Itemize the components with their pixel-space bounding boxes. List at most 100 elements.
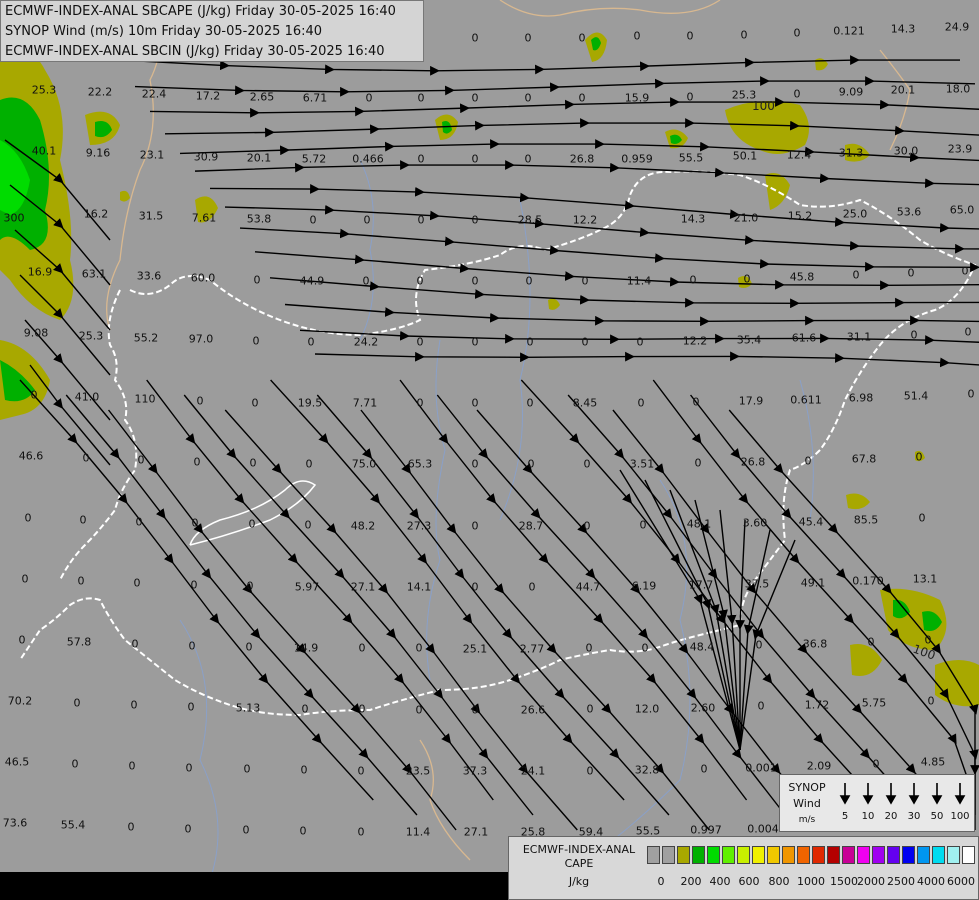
cape-swatch <box>827 846 840 864</box>
grid-value: 0 <box>471 457 479 471</box>
grid-value: 3.60 <box>742 516 768 530</box>
grid-value: 45.8 <box>789 270 815 284</box>
grid-value: 0 <box>71 757 79 771</box>
grid-value: 0 <box>793 87 801 101</box>
cape-swatch <box>872 846 885 864</box>
grid-value: 6.98 <box>848 391 874 405</box>
title-line-wind: SYNOP Wind (m/s) 10m Friday 30-05-2025 1… <box>5 24 323 39</box>
grid-value: 0 <box>246 579 254 593</box>
grid-value: 0 <box>196 394 204 408</box>
title-line-cape: ECMWF-INDEX-ANAL SBCAPE (J/kg) Friday 30… <box>5 4 396 19</box>
grid-value: 0 <box>526 396 534 410</box>
grid-value: 0 <box>471 703 479 717</box>
grid-value: 0 <box>82 451 90 465</box>
grid-value: 55.4 <box>60 818 86 832</box>
grid-value: 0 <box>924 633 932 647</box>
grid-value: 0 <box>307 335 315 349</box>
grid-value: 61.6 <box>791 331 817 345</box>
grid-value: 300 <box>3 211 25 225</box>
grid-value: 0 <box>21 572 29 586</box>
grid-value: 0 <box>248 517 256 531</box>
grid-value: 0.997 <box>690 823 722 837</box>
wind-legend-title-1: SYNOP <box>788 781 826 794</box>
grid-value: 46.5 <box>4 755 30 769</box>
grid-value: 0 <box>927 694 935 708</box>
grid-value: 31.3 <box>838 146 864 160</box>
grid-value: 28.5 <box>517 213 543 227</box>
grid-value: 0 <box>581 335 589 349</box>
grid-value: 0 <box>415 641 423 655</box>
grid-value: 17.9 <box>738 394 764 408</box>
grid-value: 9.16 <box>85 146 111 160</box>
grid-value: 0 <box>910 328 918 342</box>
wind-speed-50: 50 <box>930 811 944 822</box>
grid-value: 27.3 <box>406 519 432 533</box>
grid-value: 13.1 <box>912 572 938 586</box>
grid-value: 14.3 <box>890 22 916 36</box>
grid-value: 2.65 <box>249 90 275 104</box>
grid-value: 0 <box>637 396 645 410</box>
grid-value: 48.2 <box>350 519 376 533</box>
title-box: ECMWF-INDEX-ANAL SBCAPE (J/kg) Friday 30… <box>0 0 424 62</box>
cape-swatch <box>947 846 960 864</box>
grid-value: 11.4 <box>626 274 652 288</box>
grid-value: 44.9 <box>299 274 325 288</box>
grid-value: 0 <box>757 699 765 713</box>
grid-value: 0.466 <box>352 152 384 166</box>
grid-value: 0 <box>528 580 536 594</box>
grid-value: 36.8 <box>802 637 828 651</box>
grid-value: 0 <box>915 450 923 464</box>
grid-value: 0 <box>793 26 801 40</box>
grid-value: 0 <box>804 454 812 468</box>
cape-swatch <box>797 846 810 864</box>
grid-value: 17.2 <box>195 89 221 103</box>
grid-value: 0 <box>471 396 479 410</box>
grid-value: 0 <box>128 759 136 773</box>
grid-value: 31.5 <box>138 209 164 223</box>
grid-value: 7.71 <box>352 396 378 410</box>
grid-value: 0 <box>135 515 143 529</box>
grid-value: 12.2 <box>682 334 708 348</box>
grid-value: 0.121 <box>833 24 865 38</box>
grid-value: 0.959 <box>621 152 653 166</box>
grid-value: 70.2 <box>7 694 33 708</box>
grid-value: 8.45 <box>572 396 598 410</box>
grid-value: 0 <box>740 28 748 42</box>
cape-swatch <box>707 846 720 864</box>
grid-value: 0 <box>305 457 313 471</box>
grid-value: 0 <box>251 396 259 410</box>
grid-value: 0 <box>743 272 751 286</box>
grid-value: 0 <box>918 511 926 525</box>
grid-value: 26.8 <box>740 455 766 469</box>
grid-value: 0 <box>130 698 138 712</box>
grid-value: 0 <box>641 641 649 655</box>
bottom-band <box>0 872 508 900</box>
grid-value: 0 <box>686 29 694 43</box>
grid-value: 73.6 <box>2 816 28 830</box>
grid-value: 0 <box>18 633 26 647</box>
grid-value: 0 <box>471 213 479 227</box>
grid-value: 23.5 <box>405 764 431 778</box>
grid-value: 0 <box>133 576 141 590</box>
grid-value: 0 <box>471 580 479 594</box>
grid-value: 0 <box>416 396 424 410</box>
cape-swatch <box>722 846 735 864</box>
grid-value: 0 <box>586 702 594 716</box>
cape-tick-label: 200 <box>680 875 702 888</box>
grid-value: 65.0 <box>949 203 975 217</box>
grid-value: 17.7 <box>688 578 714 592</box>
grid-value: 12.2 <box>572 213 598 227</box>
grid-value: 20.1 <box>246 151 272 165</box>
grid-value: 0 <box>185 761 193 775</box>
grid-value: 85.5 <box>853 513 879 527</box>
grid-value: 24.2 <box>353 335 379 349</box>
cape-swatch <box>677 846 690 864</box>
wind-speed-100: 100 <box>950 811 970 822</box>
grid-value: 19.5 <box>297 396 323 410</box>
grid-value: 0 <box>300 763 308 777</box>
cape-tick-label: 800 <box>768 875 790 888</box>
grid-value: 0 <box>471 519 479 533</box>
grid-value: 0 <box>362 274 370 288</box>
grid-value: 0 <box>578 31 586 45</box>
grid-value: 0.004 <box>747 822 779 836</box>
